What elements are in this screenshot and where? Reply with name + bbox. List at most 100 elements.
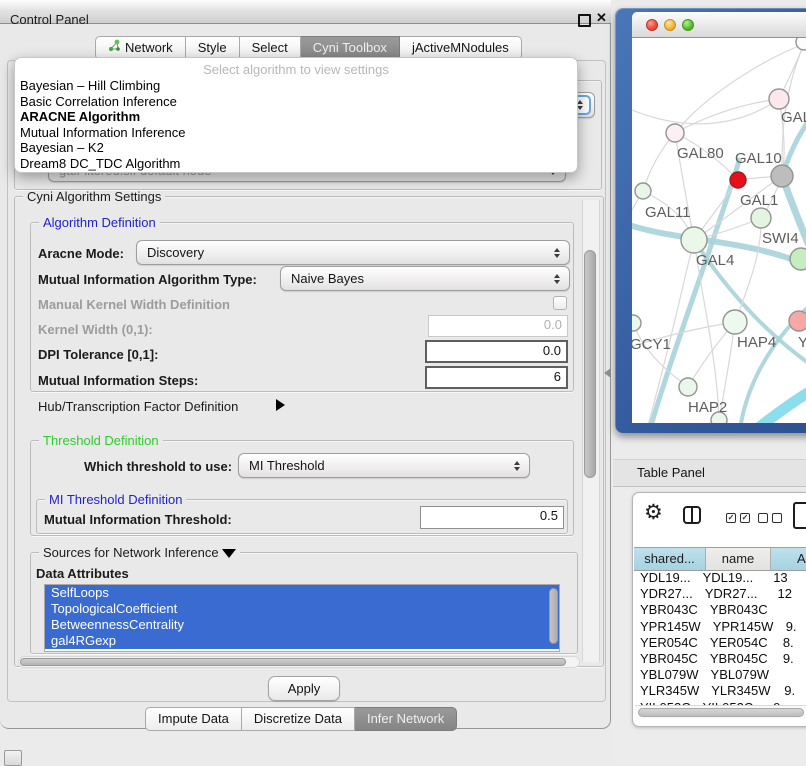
table-row[interactable]: YDL19...YDL19...13 <box>634 570 806 586</box>
mi-steps-field[interactable]: 6 <box>425 366 568 389</box>
network-node[interactable] <box>635 183 651 199</box>
combo-stepper[interactable] <box>509 461 525 471</box>
network-node[interactable] <box>632 315 641 331</box>
bottom-tab-infer-network[interactable]: Infer Network <box>355 707 457 731</box>
network-node[interactable] <box>723 310 747 334</box>
algorithm-option[interactable]: Bayesian – K2 <box>20 140 572 156</box>
table-row[interactable]: YLR345WYLR345W9. <box>634 683 806 699</box>
expand-right-icon[interactable] <box>276 399 285 411</box>
table-hscrollbar-track[interactable] <box>635 705 806 719</box>
column-header[interactable]: A <box>771 548 806 570</box>
combo-stepper[interactable] <box>549 274 565 284</box>
aracne-mode-value: Discovery <box>147 245 204 260</box>
tab-label: Cyni Toolbox <box>313 37 387 59</box>
control-panel-title: Control Panel <box>10 12 89 27</box>
unchecked-box-icon[interactable] <box>772 513 782 523</box>
collapse-down-icon[interactable] <box>222 549 236 558</box>
attribute-item[interactable]: gal4RGexp <box>45 633 559 649</box>
manual-kernel-checkbox[interactable] <box>553 296 567 310</box>
algorithm-option[interactable]: Dream8 DC_TDC Algorithm <box>20 156 572 172</box>
settings-hscrollbar-thumb[interactable] <box>20 658 566 666</box>
mi-type-combo[interactable]: Naive Bayes <box>280 266 570 291</box>
checked-box-icon[interactable]: ✓ <box>726 513 736 523</box>
algorithm-option-list: Bayesian – Hill ClimbingBasic Correlatio… <box>20 78 572 171</box>
network-node-label: GAL11 <box>645 204 691 221</box>
algorithm-option[interactable]: Basic Correlation Inference <box>20 94 572 110</box>
tab-label: Network <box>125 37 173 59</box>
table-hscrollbar-thumb[interactable] <box>638 708 804 717</box>
algorithm-definition-title: Algorithm Definition <box>39 215 160 230</box>
network-node[interactable] <box>679 378 697 396</box>
mi-threshold-field[interactable]: 0.5 <box>420 506 564 529</box>
dpi-tolerance-field[interactable]: 0.0 <box>425 340 568 363</box>
algorithm-dropdown-popup: Select algorithm to view settings Bayesi… <box>14 57 578 173</box>
control-panel-titlebar[interactable] <box>0 0 611 24</box>
checked-box-icon[interactable]: ✓ <box>740 513 750 523</box>
window-close-icon[interactable]: ✕ <box>596 10 607 26</box>
table-cell <box>764 667 806 683</box>
table-row[interactable]: YPR145WYPR145W9. <box>634 619 806 635</box>
algorithm-option[interactable]: ARACNE Algorithm <box>20 109 572 125</box>
table-row[interactable]: YBR045CYBR045C9. <box>634 651 806 667</box>
network-canvas[interactable]: GAL7GAL80GAL10GAL1GAL11SWI4GAL4HAP4YGCY1… <box>632 38 806 423</box>
aracne-mode-combo[interactable]: Discovery <box>136 240 570 265</box>
table-row[interactable]: YBL079WYBL079W <box>634 667 806 683</box>
network-node[interactable] <box>681 227 707 253</box>
gear-icon[interactable]: ⚙ <box>644 503 663 523</box>
network-node-label: GAL4 <box>696 252 734 269</box>
tab-label: Style <box>198 37 227 59</box>
network-node[interactable] <box>789 311 806 331</box>
attribute-item[interactable]: BetweennessCentrality <box>45 617 559 633</box>
minimize-traffic-light-icon[interactable] <box>664 19 676 31</box>
algorithm-option[interactable]: Bayesian – Hill Climbing <box>20 78 572 94</box>
network-node[interactable] <box>771 165 793 187</box>
tab-label: jActiveMNodules <box>412 37 509 59</box>
columns-icon[interactable] <box>683 506 701 524</box>
attribute-item[interactable]: TopologicalCoefficient <box>45 601 559 617</box>
aracne-mode-label: Aracne Mode: <box>38 246 124 261</box>
tab-label: Impute Data <box>158 708 229 730</box>
network-node[interactable] <box>751 208 771 228</box>
zoom-traffic-light-icon[interactable] <box>682 19 694 31</box>
data-attributes-list[interactable]: SelfLoopsTopologicalCoefficientBetweenne… <box>44 584 560 652</box>
minimized-window-icon[interactable] <box>4 750 22 766</box>
window-restore-icon[interactable] <box>578 14 591 27</box>
attribute-item[interactable]: SelfLoops <box>45 585 559 601</box>
network-node-label: GCY1 <box>632 336 671 353</box>
network-node[interactable] <box>730 172 746 188</box>
table-cell: 12 <box>758 586 806 602</box>
table-cell: YPR145W <box>701 619 766 635</box>
column-header[interactable]: name <box>706 548 771 570</box>
bottom-tab-discretize-data[interactable]: Discretize Data <box>242 707 355 731</box>
network-graph: GAL7GAL80GAL10GAL1GAL11SWI4GAL4HAP4YGCY1… <box>632 38 806 423</box>
network-node-label: HAP4 <box>737 334 776 351</box>
apply-button[interactable]: Apply <box>268 676 340 701</box>
which-threshold-combo[interactable]: MI Threshold <box>238 453 530 478</box>
bottom-tab-impute-data[interactable]: Impute Data <box>145 707 242 731</box>
network-node[interactable] <box>769 89 789 109</box>
network-node[interactable] <box>790 248 806 270</box>
unchecked-box-icon[interactable] <box>758 513 768 523</box>
combo-stepper[interactable] <box>549 248 565 258</box>
network-node[interactable] <box>666 124 684 142</box>
network-node-label: Y <box>798 334 806 351</box>
network-window[interactable]: GAL7GAL80GAL10GAL1GAL11SWI4GAL4HAP4YGCY1… <box>615 8 806 433</box>
network-node[interactable] <box>796 38 806 50</box>
desktop: { "titlebar": {"title": "Control Panel"}… <box>0 0 806 762</box>
table-row[interactable]: YBR043CYBR043C <box>634 602 806 618</box>
table-row[interactable]: YDR27...YDR27...12 <box>634 586 806 602</box>
chevron-down-icon <box>554 254 560 258</box>
table-row[interactable]: YER054CYER054C8. <box>634 635 806 651</box>
panel-collapse-icon[interactable] <box>604 368 611 378</box>
network-window-titlebar[interactable] <box>632 12 806 38</box>
mi-threshold-title: MI Threshold Definition <box>45 492 186 507</box>
tab-label: Select <box>252 37 288 59</box>
table-mode-icon[interactable] <box>793 502 806 529</box>
attributes-scrollbar-thumb[interactable] <box>549 588 558 644</box>
table-cell <box>763 602 806 618</box>
kernel-width-field[interactable]: 0.0 <box>428 315 568 337</box>
close-traffic-light-icon[interactable] <box>646 19 658 31</box>
column-header[interactable]: shared... <box>634 548 706 570</box>
algorithm-option[interactable]: Mutual Information Inference <box>20 125 572 141</box>
settings-scrollbar-thumb[interactable] <box>584 250 596 478</box>
